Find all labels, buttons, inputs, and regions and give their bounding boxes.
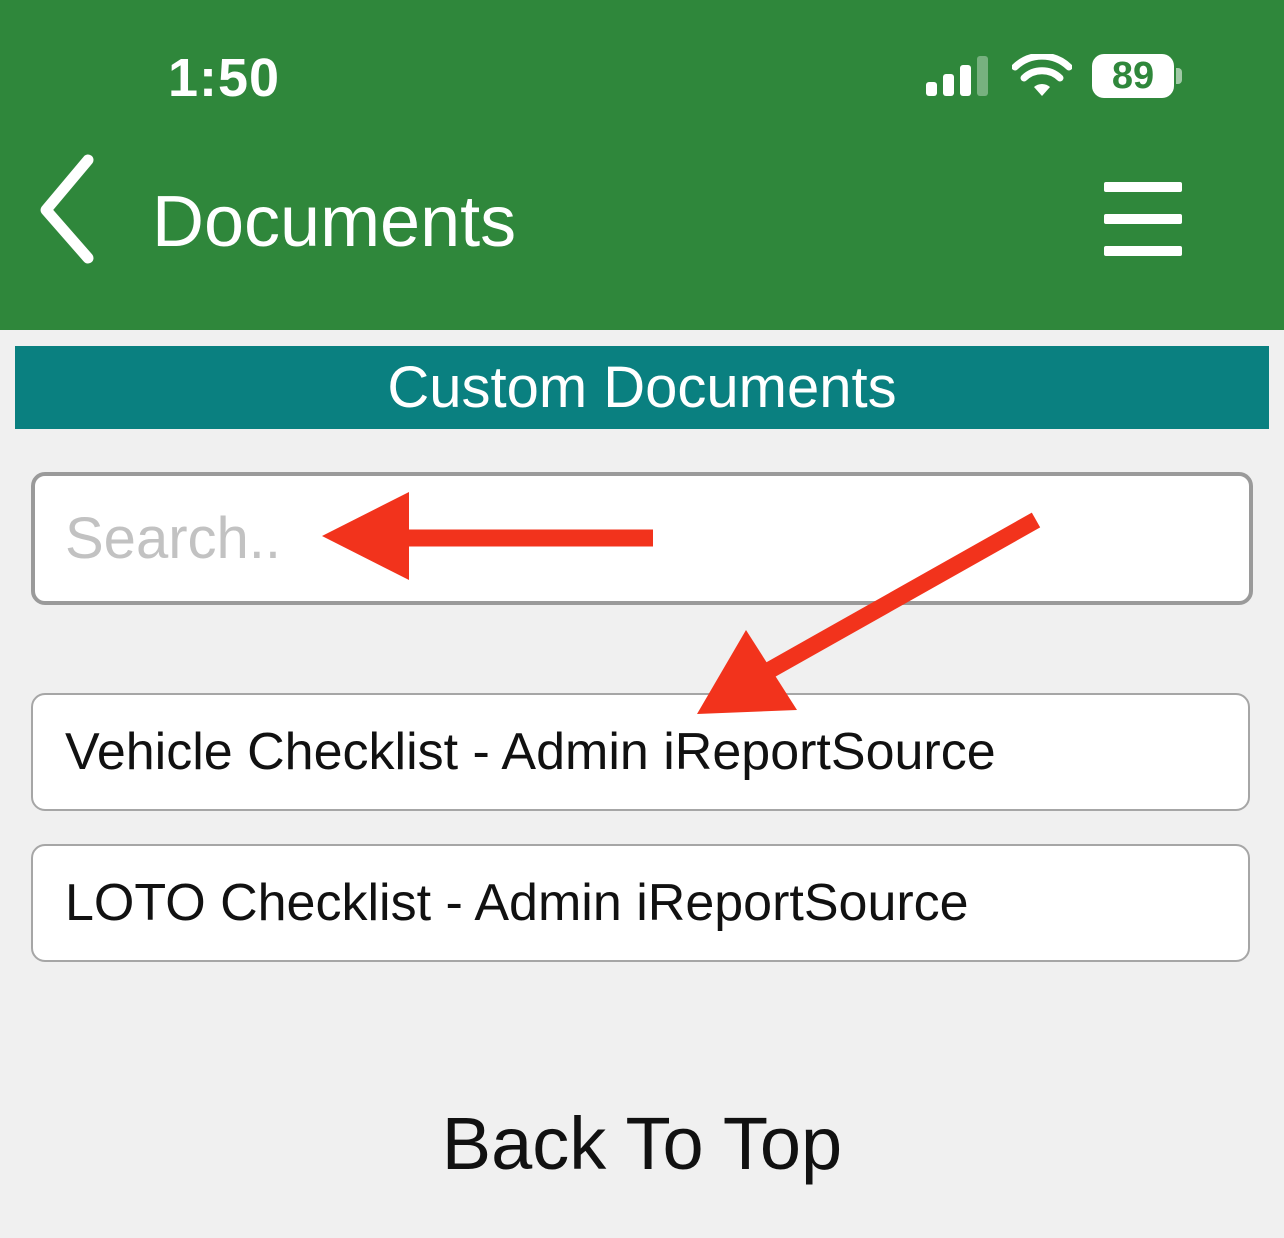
section-title-banner: Custom Documents xyxy=(15,346,1269,429)
back-button[interactable] xyxy=(30,150,110,270)
back-to-top-link[interactable]: Back To Top xyxy=(0,1100,1284,1188)
battery-cap xyxy=(1176,68,1182,84)
app-header: 1:50 89 Documents xyxy=(0,0,1284,330)
signal-icon xyxy=(926,56,988,96)
battery-level: 89 xyxy=(1111,55,1155,97)
document-label: LOTO Checklist - Admin iReportSource xyxy=(65,874,969,932)
battery-icon: 89 xyxy=(1092,54,1184,98)
wifi-icon xyxy=(1012,54,1072,96)
hamburger-menu-icon-line xyxy=(1104,246,1182,256)
hamburger-menu-button[interactable] xyxy=(1096,176,1190,262)
page-title: Documents xyxy=(152,182,517,262)
document-list-item[interactable]: Vehicle Checklist - Admin iReportSource xyxy=(31,693,1250,811)
status-time: 1:50 xyxy=(168,48,281,108)
hamburger-menu-icon-line xyxy=(1104,182,1182,192)
hamburger-menu-icon-line xyxy=(1104,214,1182,224)
document-list-item[interactable]: LOTO Checklist - Admin iReportSource xyxy=(31,844,1250,962)
search-input[interactable] xyxy=(31,472,1253,605)
document-label: Vehicle Checklist - Admin iReportSource xyxy=(65,723,996,781)
chevron-left-icon xyxy=(40,154,94,264)
